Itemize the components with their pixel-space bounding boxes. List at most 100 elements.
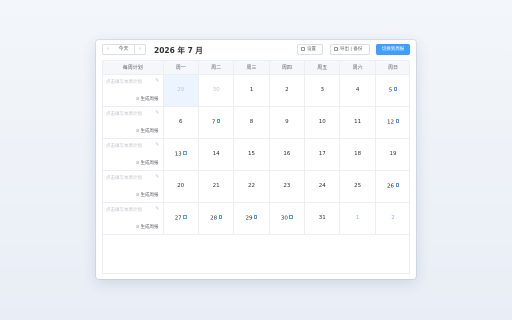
day-cell[interactable]: 30 — [198, 74, 235, 107]
calendar-grid: 每周计划 周一 周二 周三 周四 周五 周六 周日 点击填写本周计划 ✎ ⊘生成周报 29 30 1 2… — [102, 60, 410, 274]
edit-icon[interactable]: ✎ — [155, 110, 159, 116]
day-cell[interactable]: 5 — [375, 74, 409, 107]
today-button[interactable]: 今天 — [113, 44, 134, 55]
day-cell[interactable]: 28 — [198, 202, 235, 235]
week-plan-placeholder[interactable]: 点击填写本周计划 — [106, 79, 142, 85]
day-number: 23 — [283, 183, 291, 189]
day-cell[interactable]: 1 — [233, 74, 270, 107]
day-number: 17 — [318, 151, 326, 157]
edit-icon[interactable]: ✎ — [155, 142, 159, 148]
week-plan-placeholder[interactable]: 点击填写本周计划 — [106, 143, 142, 149]
document-icon[interactable] — [183, 214, 187, 220]
weekday-header: 周四 — [269, 61, 306, 75]
day-number: 11 — [354, 119, 362, 125]
week-plan-cell[interactable]: 点击填写本周计划 ✎ ⊘生成周报 — [103, 170, 164, 203]
day-cell[interactable]: 20 — [163, 170, 199, 203]
edit-icon[interactable]: ✎ — [155, 206, 159, 212]
day-cell[interactable]: 8 — [233, 106, 270, 139]
week-plan-cell[interactable]: 点击填写本周计划 ✎ ⊘生成周报 — [103, 74, 164, 107]
edit-icon[interactable]: ✎ — [155, 78, 159, 84]
day-cell[interactable]: 15 — [233, 138, 270, 171]
generate-icon: ⊘ — [135, 128, 140, 134]
day-number: 3 — [320, 87, 325, 93]
day-cell[interactable]: 7 — [198, 106, 235, 139]
day-cell[interactable]: 2 — [375, 202, 409, 235]
generate-report-label: 生成周报 — [140, 96, 159, 102]
calendar-body: 点击填写本周计划 ✎ ⊘生成周报 29 30 1 2 3 4 5 点击填写本周计划 ✎ ⊘生成周报 6 7 8… — [103, 74, 409, 235]
day-cell[interactable]: 13 — [163, 138, 199, 171]
day-cell[interactable]: 10 — [304, 106, 341, 139]
document-icon[interactable] — [253, 214, 258, 220]
next-month-button[interactable]: › — [134, 44, 146, 55]
document-icon[interactable] — [395, 118, 400, 124]
day-cell[interactable]: 2 — [269, 74, 306, 107]
generate-report-button[interactable]: ⊘生成周报 — [136, 224, 159, 230]
document-icon[interactable] — [393, 86, 398, 92]
day-number: 2 — [391, 215, 395, 221]
week-plan-cell[interactable]: 点击填写本周计划 ✎ ⊘生成周报 — [103, 138, 164, 171]
day-number: 7 — [211, 119, 216, 126]
document-icon[interactable] — [218, 214, 223, 220]
week-plan-cell[interactable]: 点击填写本周计划 ✎ ⊘生成周报 — [103, 202, 164, 235]
day-cell[interactable]: 30 — [269, 202, 306, 235]
day-cell[interactable]: 1 — [339, 202, 376, 235]
week-row: 点击填写本周计划 ✎ ⊘生成周报 13 14 15 16 17 18 19 — [103, 138, 409, 171]
generate-report-button[interactable]: ⊘生成周报 — [136, 128, 159, 134]
edit-icon[interactable]: ✎ — [155, 174, 159, 180]
export-icon — [334, 46, 338, 51]
day-cell[interactable]: 21 — [198, 170, 235, 203]
day-number: 29 — [245, 215, 253, 222]
gear-icon — [301, 46, 305, 51]
day-cell[interactable]: 24 — [304, 170, 341, 203]
day-number: 2 — [285, 87, 289, 93]
week-plan-placeholder[interactable]: 点击填写本周计划 — [106, 175, 142, 181]
generate-icon: ⊘ — [135, 96, 140, 102]
day-cell[interactable]: 25 — [339, 170, 376, 203]
calendar-card: ‹ 今天 › 2026 年 7 月 设置 导出 | 备份 切换到周报 每周计划 … — [96, 40, 416, 279]
day-number: 8 — [249, 119, 254, 125]
day-cell[interactable]: 11 — [339, 106, 376, 139]
day-cell[interactable]: 6 — [163, 106, 199, 139]
week-plan-cell[interactable]: 点击填写本周计划 ✎ ⊘生成周报 — [103, 106, 164, 139]
weekday-header: 周一 — [163, 61, 199, 75]
document-icon[interactable] — [289, 214, 293, 220]
day-number: 1 — [355, 215, 360, 221]
day-cell[interactable]: 3 — [304, 74, 341, 107]
day-cell[interactable]: 29 — [163, 74, 199, 107]
day-cell[interactable]: 9 — [269, 106, 306, 139]
day-cell[interactable]: 22 — [233, 170, 270, 203]
day-cell[interactable]: 17 — [304, 138, 341, 171]
day-number: 5 — [388, 87, 393, 94]
generate-report-button[interactable]: ⊘生成周报 — [136, 96, 159, 102]
settings-button[interactable]: 设置 — [297, 44, 323, 55]
document-icon[interactable] — [183, 150, 187, 156]
month-title: 2026 年 7 月 — [154, 46, 203, 55]
document-icon[interactable] — [216, 118, 221, 124]
day-cell[interactable]: 16 — [269, 138, 306, 171]
day-cell[interactable]: 27 — [163, 202, 199, 235]
week-plan-placeholder[interactable]: 点击填写本周计划 — [106, 111, 142, 117]
generate-report-button[interactable]: ⊘生成周报 — [136, 160, 159, 166]
day-cell[interactable]: 19 — [375, 138, 409, 171]
week-plan-placeholder[interactable]: 点击填写本周计划 — [106, 207, 142, 213]
day-cell[interactable]: 14 — [198, 138, 235, 171]
day-number: 13 — [174, 151, 182, 158]
day-cell[interactable]: 26 — [375, 170, 409, 203]
export-button[interactable]: 导出 | 备份 — [330, 44, 370, 55]
document-icon[interactable] — [395, 182, 400, 188]
toolbar: ‹ 今天 › 2026 年 7 月 设置 导出 | 备份 切换到周报 — [102, 44, 410, 56]
day-number: 24 — [318, 183, 326, 189]
day-number: 28 — [210, 215, 218, 222]
day-cell[interactable]: 29 — [233, 202, 270, 235]
day-cell[interactable]: 12 — [375, 106, 409, 139]
day-cell[interactable]: 23 — [269, 170, 306, 203]
day-cell[interactable]: 18 — [339, 138, 376, 171]
day-cell[interactable]: 31 — [304, 202, 341, 235]
generate-report-label: 生成周报 — [140, 224, 159, 230]
switch-weekly-button[interactable]: 切换到周报 — [376, 44, 410, 55]
day-number: 22 — [247, 183, 255, 189]
settings-label: 设置 — [307, 47, 316, 52]
day-cell[interactable]: 4 — [339, 74, 376, 107]
generate-report-button[interactable]: ⊘生成周报 — [136, 192, 159, 198]
day-number: 31 — [318, 215, 326, 221]
